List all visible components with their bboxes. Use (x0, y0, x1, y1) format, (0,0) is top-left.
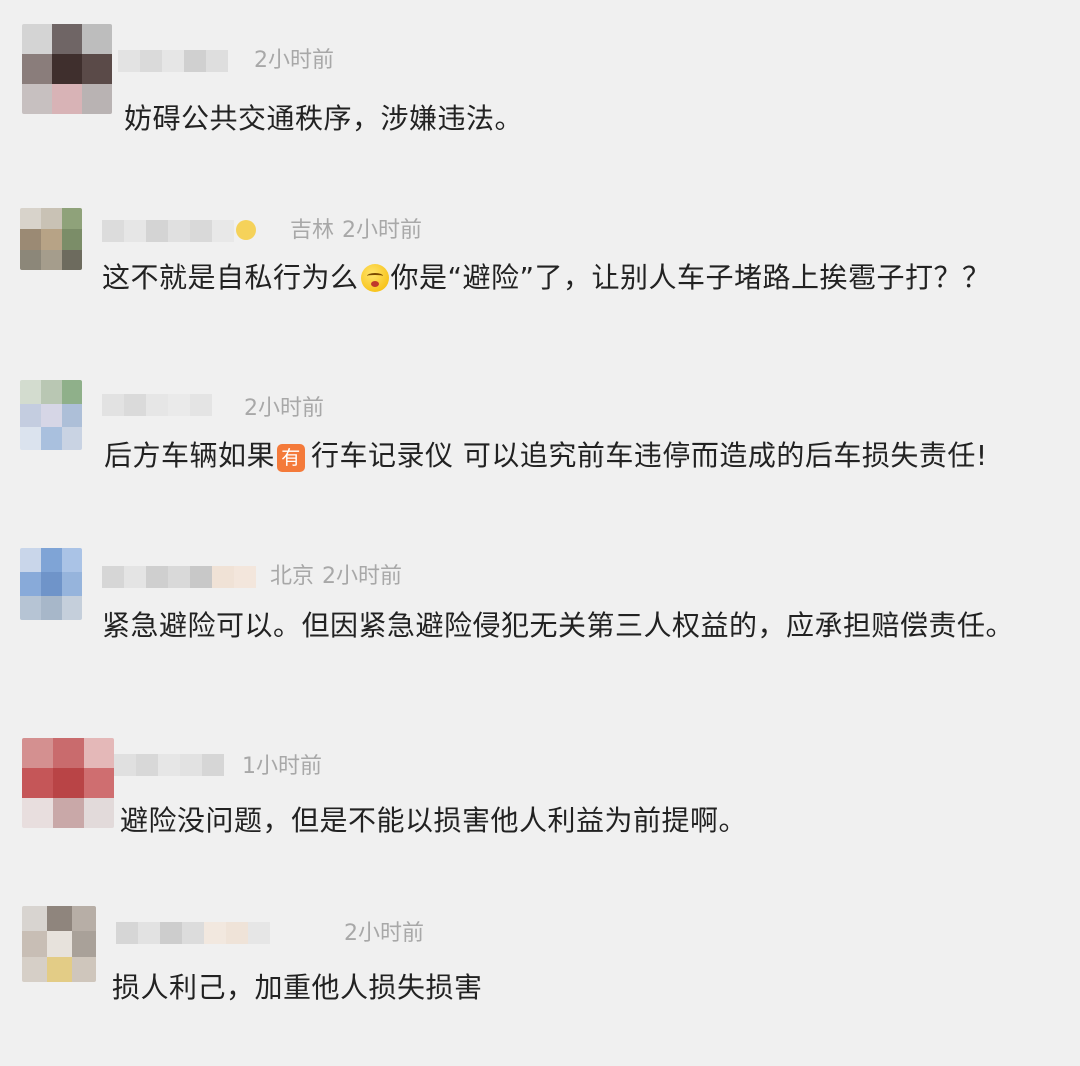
comment-meta: 2小时前 (336, 920, 424, 948)
avatar[interactable] (22, 906, 96, 982)
comment-time: 2小时前 (244, 396, 324, 421)
avatar[interactable] (20, 548, 82, 620)
avatar[interactable] (22, 738, 114, 828)
comment-feed: 2小时前 妨碍公共交通秩序，涉嫌违法。 吉林 2小时前 这不就是自私行为么 你是“避… (0, 0, 1080, 1066)
face-emoji-icon (360, 264, 389, 292)
comment-time: 2小时前 (344, 921, 424, 946)
avatar[interactable] (22, 24, 112, 114)
username-blurred[interactable] (114, 754, 224, 776)
comment-location: 北京 (270, 564, 315, 589)
username-blurred[interactable] (118, 50, 228, 72)
tag-badge: 有 (277, 444, 306, 472)
comment-meta: 2小时前 (246, 47, 334, 75)
comment-time: 1小时前 (242, 754, 322, 779)
comment-meta: 北京 2小时前 (270, 563, 402, 591)
comment-meta: 吉林 2小时前 (290, 217, 422, 245)
comment-text: 后方车辆如果有行车记录仪 可以追究前车违停而造成的后车损失责任! (104, 439, 988, 472)
comment-time: 2小时前 (254, 48, 334, 73)
username-blurred[interactable] (102, 394, 212, 416)
comment-time: 2小时前 (342, 218, 423, 243)
comment-meta: 2小时前 (236, 395, 324, 423)
comment-time: 2小时前 (322, 564, 403, 589)
avatar[interactable] (20, 208, 82, 270)
comment-text: 这不就是自私行为么 你是“避险”了，让别人车子堵路上挨雹子打？？ (102, 261, 991, 294)
comment-meta: 1小时前 (234, 753, 322, 781)
comment-text: 妨碍公共交通秩序，涉嫌违法。 (124, 102, 524, 135)
comment-text: 紧急避险可以。但因紧急避险侵犯无关第三人权益的，应承担赔偿责任。 (102, 609, 1015, 642)
username-blurred[interactable] (102, 566, 256, 588)
comment-location: 吉林 (290, 218, 335, 243)
badge-icon (236, 220, 256, 240)
username-blurred[interactable] (102, 220, 256, 242)
comment-text: 损人利己，加重他人损失损害 (112, 971, 483, 1004)
username-blurred[interactable] (116, 922, 270, 944)
comment-text: 避险没问题，但是不能以损害他人利益为前提啊。 (120, 804, 748, 837)
avatar[interactable] (20, 380, 82, 450)
